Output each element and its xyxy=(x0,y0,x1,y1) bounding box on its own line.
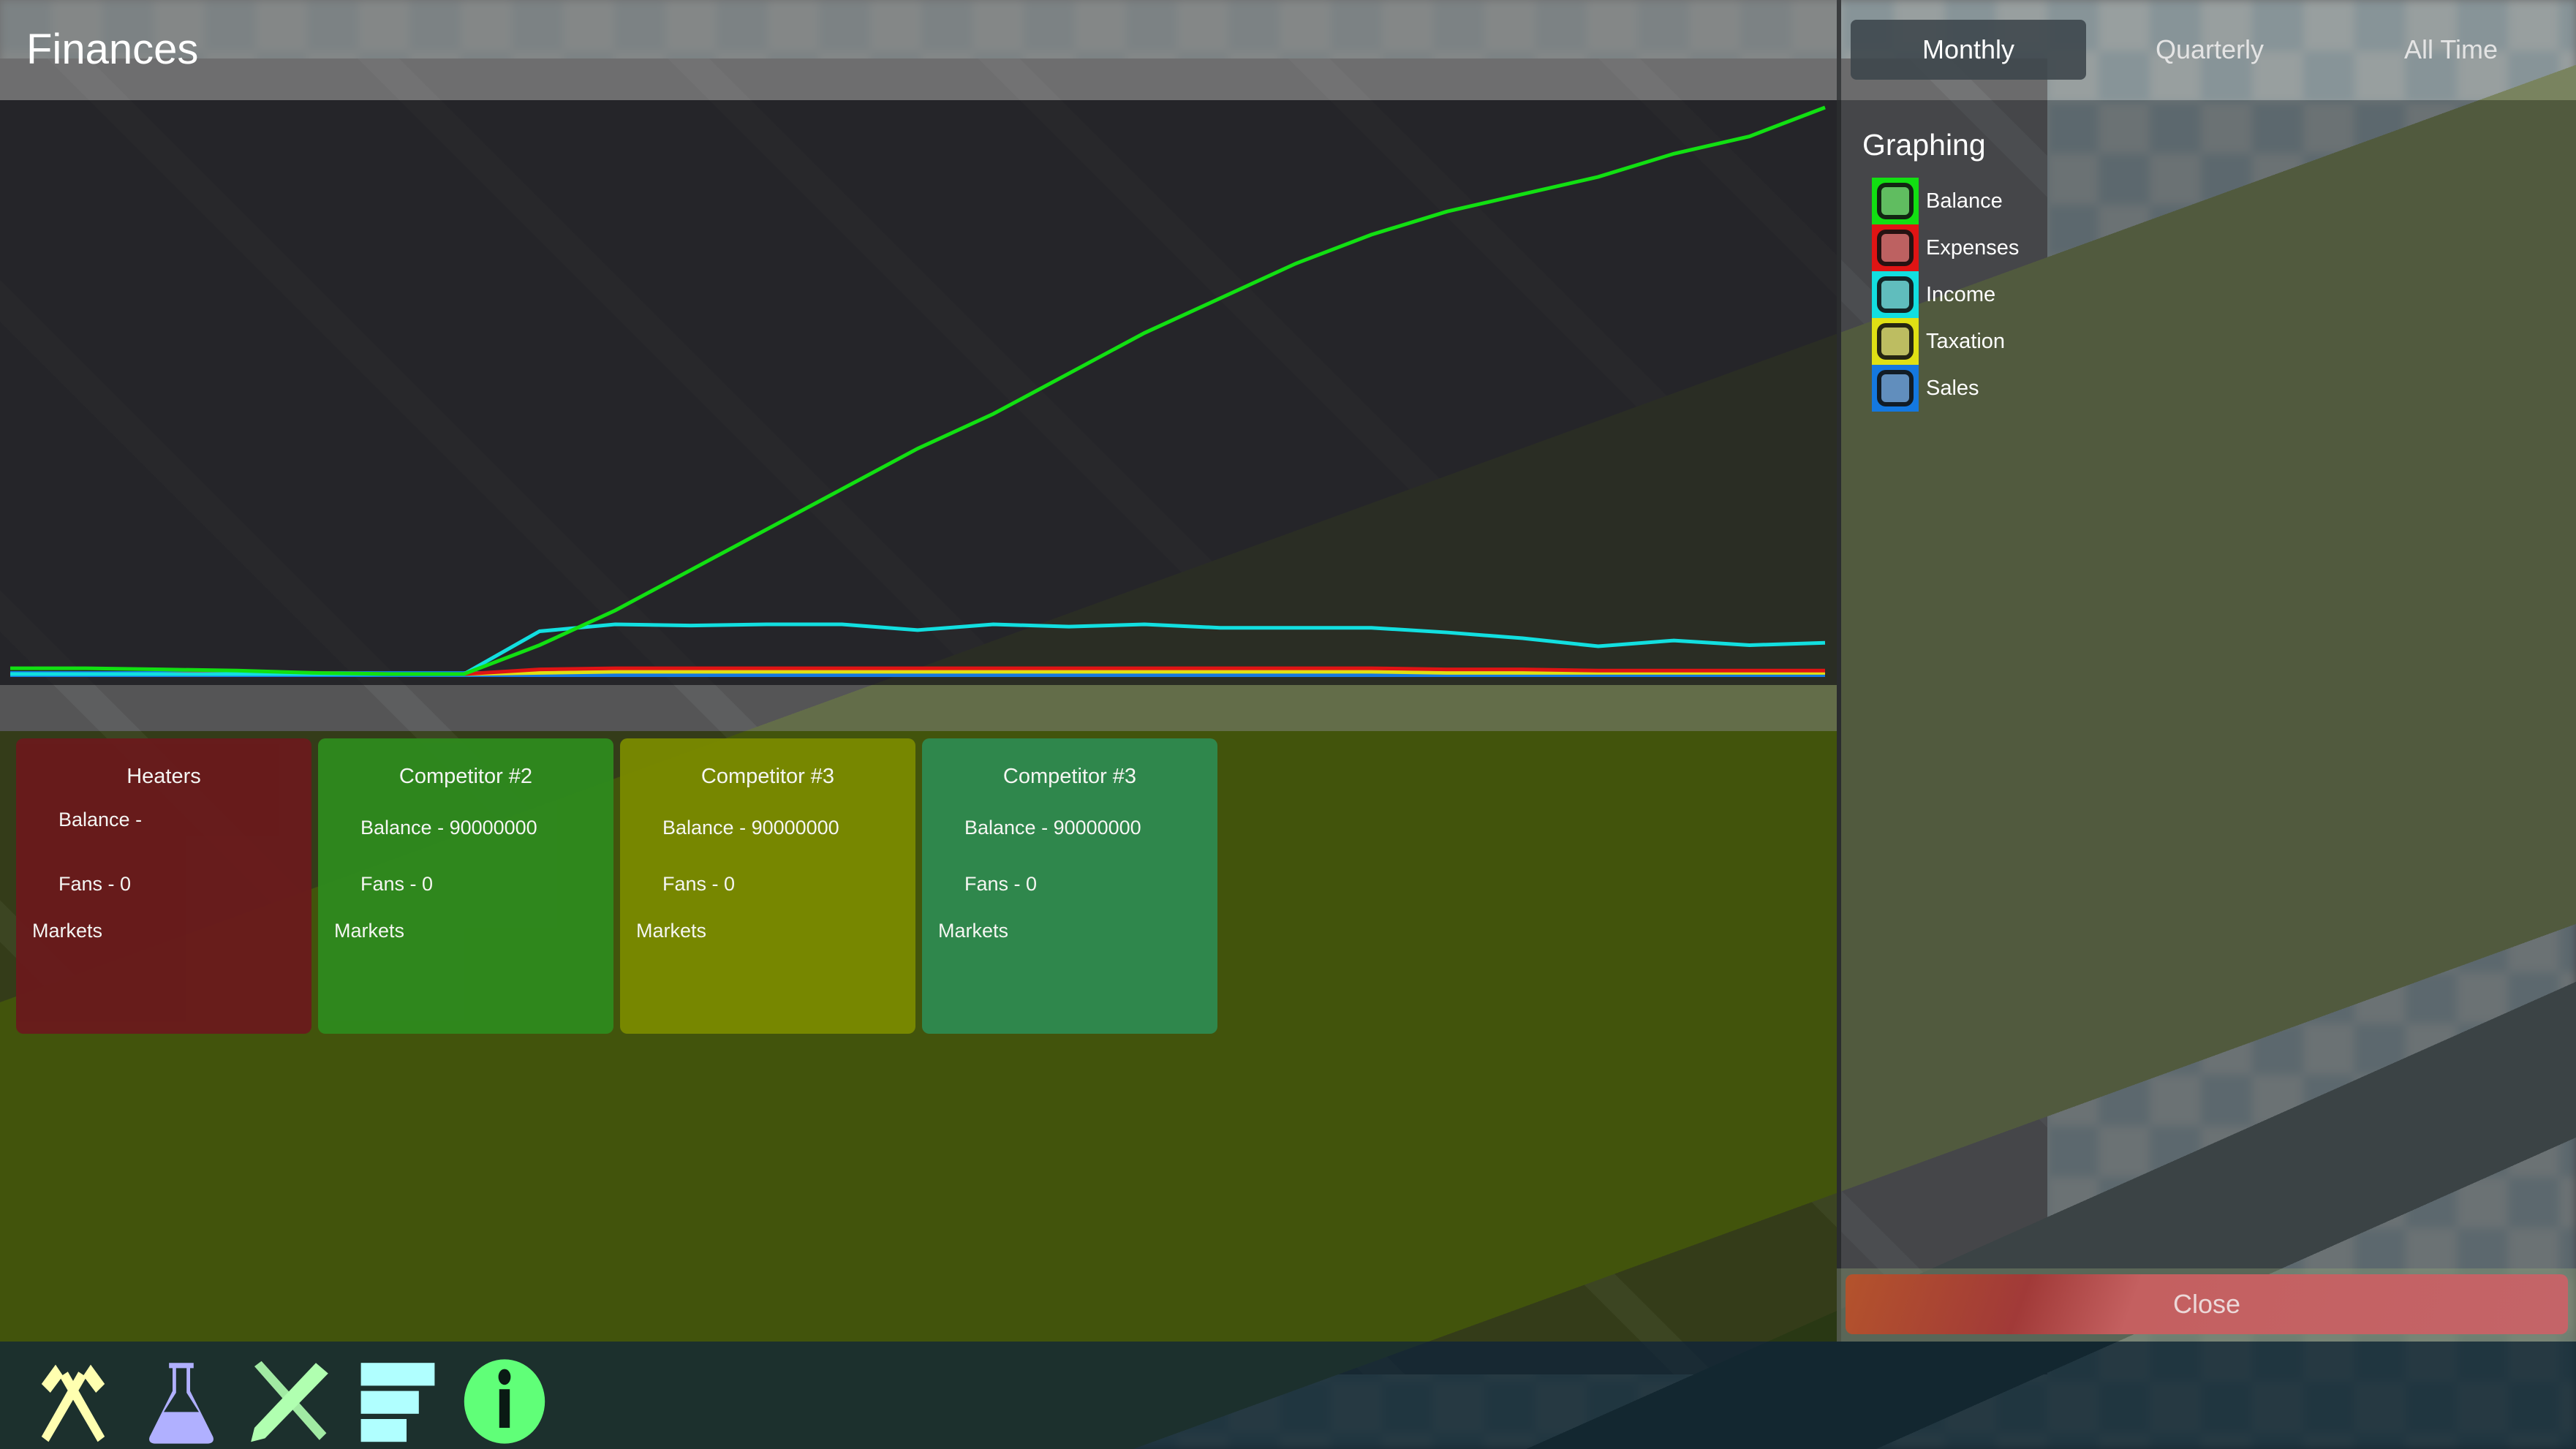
checkbox-icon[interactable] xyxy=(1872,365,1919,412)
graphing-title: Graphing xyxy=(1862,128,1986,162)
company-card[interactable]: Heaters Balance - Fans - 0 Markets xyxy=(16,738,311,1034)
company-markets: Markets xyxy=(938,920,1009,942)
finance-chart xyxy=(0,100,1837,685)
company-balance: Balance - 90000000 xyxy=(964,817,1141,839)
legend-label: Taxation xyxy=(1926,329,2006,353)
series-line-balance xyxy=(10,105,1826,676)
info-icon[interactable] xyxy=(461,1358,548,1445)
tab-monthly[interactable]: Monthly xyxy=(1851,20,2086,80)
period-tabs: Monthly Quarterly All Time xyxy=(1837,0,2576,100)
list-bars-icon[interactable] xyxy=(354,1358,442,1445)
legend-label: Income xyxy=(1926,282,1996,306)
company-fans: Fans - 0 xyxy=(662,873,736,895)
company-name: Heaters xyxy=(126,765,201,788)
company-card[interactable]: Competitor #3 Balance - 90000000 Fans - … xyxy=(922,738,1217,1034)
checkbox-icon[interactable] xyxy=(1872,178,1919,224)
checkbox-icon[interactable] xyxy=(1872,271,1919,318)
company-fans: Fans - 0 xyxy=(58,873,132,895)
legend-toggle-balance[interactable]: Balance xyxy=(1872,178,2003,224)
chart-svg xyxy=(10,105,1826,677)
legend-toggle-income[interactable]: Income xyxy=(1872,271,1995,318)
close-button[interactable]: Close xyxy=(1846,1274,2568,1334)
tab-all-time[interactable]: All Time xyxy=(2333,20,2569,80)
window-title: Finances xyxy=(26,26,199,73)
chart-footer xyxy=(0,685,1837,731)
legend-toggle-expenses[interactable]: Expenses xyxy=(1872,224,2019,271)
checkbox-icon[interactable] xyxy=(1872,318,1919,365)
company-card[interactable]: Competitor #3 Balance - 90000000 Fans - … xyxy=(620,738,915,1034)
bottom-toolbar xyxy=(0,1342,2576,1449)
legend-toggle-sales[interactable]: Sales xyxy=(1872,365,1979,412)
company-balance: Balance - xyxy=(58,809,143,831)
legend-toggle-taxation[interactable]: Taxation xyxy=(1872,318,2005,365)
company-name: Competitor #3 xyxy=(1002,765,1137,788)
company-balance: Balance - 90000000 xyxy=(662,817,839,839)
checkbox-icon[interactable] xyxy=(1872,224,1919,271)
company-name: Competitor #3 xyxy=(700,765,835,788)
legend-label: Expenses xyxy=(1926,235,2020,260)
company-balance: Balance - 90000000 xyxy=(360,817,537,839)
company-markets: Markets xyxy=(636,920,707,942)
legend-label: Balance xyxy=(1926,189,2003,213)
ruler-pencil-icon[interactable] xyxy=(246,1358,333,1445)
company-markets: Markets xyxy=(334,920,405,942)
company-fans: Fans - 0 xyxy=(360,873,434,895)
company-name: Competitor #2 xyxy=(399,765,533,788)
crossed-hammers-icon[interactable] xyxy=(29,1358,117,1445)
flask-icon[interactable] xyxy=(137,1358,225,1445)
legend-label: Sales xyxy=(1926,376,1979,400)
company-card[interactable]: Competitor #2 Balance - 90000000 Fans - … xyxy=(318,738,613,1034)
graphing-panel: Graphing Balance Expenses Income Taxatio… xyxy=(1837,100,2576,1342)
companies-area: Heaters Balance - Fans - 0 Markets Compe… xyxy=(0,731,1837,1342)
company-markets: Markets xyxy=(32,920,103,942)
company-fans: Fans - 0 xyxy=(964,873,1038,895)
title-bar: Finances xyxy=(0,0,1837,100)
tab-quarterly[interactable]: Quarterly xyxy=(2092,20,2327,80)
